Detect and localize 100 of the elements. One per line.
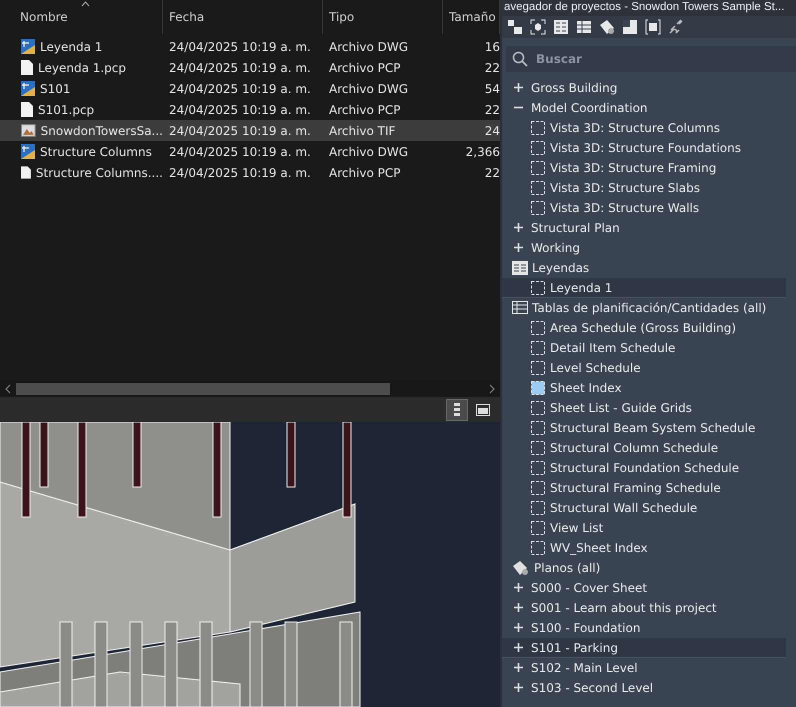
tree-item[interactable]: Sheet List - Guide Grids [502,398,786,418]
tree-item[interactable]: S000 - Cover Sheet [502,578,786,598]
drawing-file-icon [21,144,35,159]
expand-icon[interactable] [514,83,523,92]
square-icon [622,19,638,35]
tree-item[interactable]: Level Schedule [502,358,786,378]
tree-item[interactable]: S100 - Foundation [502,618,786,638]
file-date: 24/04/2025 10:19 a. m. [168,124,312,138]
view-icon [530,440,546,456]
browser-tree-icon [506,19,522,35]
view-icon [530,340,546,356]
column-header[interactable]: Fecha [163,0,323,34]
toolbar-button[interactable] [667,18,684,36]
tree-item[interactable]: Structural Framing Schedule [502,478,786,498]
file-row[interactable]: Leyenda 1 24/04/2025 10:19 a. m. Archivo DWG 16 [0,36,500,57]
file-date: 24/04/2025 10:19 a. m. [168,166,312,180]
tree-item[interactable]: Vista 3D: Structure Foundations [502,138,786,158]
tree-item[interactable]: Vista 3D: Structure Walls [502,198,786,218]
tree-item[interactable]: S001 - Learn about this project [502,598,786,618]
expand-icon[interactable] [514,663,523,672]
view-mode-button[interactable] [446,398,468,421]
expand-icon[interactable] [514,223,523,232]
file-row[interactable]: Structure Columns 24/04/2025 10:19 a. m. Archivo DWG 2,366 [0,141,500,162]
tree-item[interactable]: Structural Foundation Schedule [502,458,786,478]
tree-item[interactable]: Area Schedule (Gross Building) [502,318,786,338]
tree-item[interactable]: Vista 3D: Structure Columns [502,118,786,138]
scroll-right-icon[interactable] [488,384,496,394]
file-row[interactable]: S101 24/04/2025 10:19 a. m. Archivo DWG 54 [0,78,500,99]
expand-icon[interactable] [514,643,523,652]
view-icon [530,460,546,476]
tree-item[interactable]: Vista 3D: Structure Framing [502,158,786,178]
drawing-file-icon [21,81,35,96]
toolbar-button[interactable] [575,18,592,36]
scrollbar-thumb[interactable] [16,383,390,396]
cube-icon [530,19,546,35]
view-icon [530,420,546,436]
file-type: Archivo DWG [328,144,410,158]
file-date: 24/04/2025 10:19 a. m. [168,102,312,116]
tree-item[interactable]: Structural Wall Schedule [502,498,786,518]
file-name: Structure Columns.... [36,166,163,180]
tree-item[interactable]: Gross Building [502,78,786,98]
view-icon [530,500,546,516]
toolbar-button[interactable] [598,18,615,36]
file-row[interactable]: Leyenda 1.pcp 24/04/2025 10:19 a. m. Archivo PCP 22 [0,57,500,78]
file-date: 24/04/2025 10:19 a. m. [168,40,312,54]
tree-item[interactable]: Tablas de planificación/Cantidades (all) [502,298,786,318]
toolbar-button[interactable] [552,18,569,36]
toolbar-button[interactable] [621,18,638,36]
view-icon [530,400,546,416]
file-row[interactable]: Structure Columns.... 24/04/2025 10:19 a. m. Archivo PCP 22 [0,162,500,183]
search-icon [512,51,528,67]
tree-item[interactable]: S102 - Main Level [502,658,786,678]
column-header[interactable]: Nombre [0,0,163,34]
expand-icon[interactable] [514,603,523,612]
document-icon [21,60,33,75]
tree-item[interactable]: View List [502,518,786,538]
file-date: 24/04/2025 10:19 a. m. [168,144,312,158]
toolbar-button[interactable] [506,18,523,36]
tree-item[interactable]: Structural Beam System Schedule [502,418,786,438]
tree-item[interactable]: Structural Plan [502,218,786,238]
tree-item[interactable]: Sheet Index [502,378,786,398]
expand-icon[interactable] [514,623,523,632]
view-icon [530,380,546,396]
file-name: SnowdonTowersSa... [40,124,163,138]
file-size: 54 [484,82,500,96]
tree-item[interactable]: Vista 3D: Structure Slabs [502,178,786,198]
file-row[interactable]: SnowdonTowersSa... 24/04/2025 10:19 a. m. Archivo TIF 24 [0,120,500,141]
column-header[interactable]: Tipo [323,0,443,34]
tree-item[interactable]: Structural Column Schedule [502,438,786,458]
panel-title: avegador de proyectos - Snowdon Towers Sample St... [502,0,796,16]
tree-item[interactable]: Leyendas [502,258,786,278]
file-size: 22 [484,60,500,74]
expand-icon[interactable] [514,243,523,252]
details-view-icon [454,402,460,417]
tree-item[interactable]: S103 - Second Level [502,678,786,698]
file-size: 22 [484,166,500,180]
file-type: Archivo TIF [328,124,396,138]
tree-item[interactable]: WV_Sheet Index [502,538,786,558]
tree-item[interactable]: Model Coordination [502,98,786,118]
file-name: Leyenda 1.pcp [38,60,126,74]
sheet-icon [598,19,614,35]
view-icon [530,320,546,336]
file-row[interactable]: S101.pcp 24/04/2025 10:19 a. m. Archivo PCP 22 [0,99,500,120]
view-icon [530,360,546,376]
search-field[interactable]: Buscar [534,46,796,72]
table-icon [576,19,592,35]
drawing-file-icon [21,39,35,54]
tree-item[interactable]: Detail Item Schedule [502,338,786,358]
view-icon [530,480,546,496]
tree-item[interactable]: S101 - Parking [502,638,786,658]
expand-icon[interactable] [514,583,523,592]
scroll-left-icon[interactable] [4,384,12,394]
file-size: 22 [484,102,500,116]
tree-item[interactable]: Planos (all) [502,558,786,578]
document-icon [21,165,31,180]
file-name: Structure Columns [40,144,152,158]
tree-item[interactable]: Working [502,238,786,258]
file-date: 24/04/2025 10:19 a. m. [168,60,312,74]
expand-icon[interactable] [514,683,523,692]
tree-item[interactable]: Leyenda 1 [502,278,786,298]
